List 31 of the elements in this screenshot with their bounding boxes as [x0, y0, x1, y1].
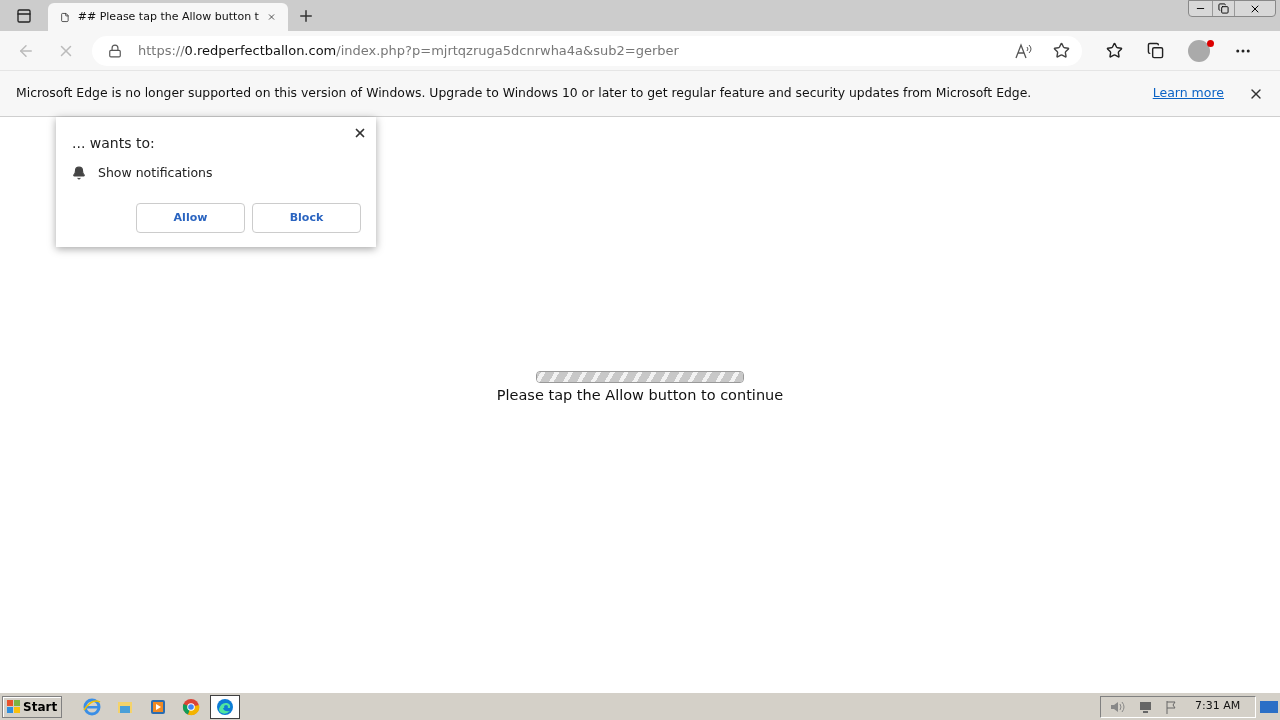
play-icon — [149, 697, 168, 716]
browser-tab[interactable]: ## Please tap the Allow button t — [48, 3, 288, 31]
collections-icon[interactable] — [1147, 42, 1164, 59]
network-icon[interactable] — [1137, 699, 1153, 714]
popup-title: ... wants to: — [72, 134, 156, 153]
taskbar-app[interactable] — [210, 694, 241, 719]
tab-actions-icon[interactable] — [16, 7, 32, 24]
desktop-icon[interactable] — [1260, 699, 1278, 714]
flag-icon[interactable] — [1165, 699, 1179, 714]
close-icon[interactable] — [353, 126, 367, 140]
bell-icon — [72, 166, 86, 181]
url-text: https://0.redperfectballon.com/index.php?p=mjrtqzruga5dcnrwha4a&sub2=gerber — [138, 41, 680, 60]
page-message: Please tap the Allow button to continue — [496, 386, 784, 405]
browser-e-icon — [83, 697, 102, 716]
clock: 7:31 AM — [1195, 698, 1241, 715]
address-field[interactable]: https://0.redperfectballon.com/index.php?p=mjrtqzruga5dcnrwha4a&sub2=gerber — [92, 35, 1082, 66]
add-favorite-icon[interactable] — [1053, 42, 1070, 59]
windows-logo-icon — [7, 699, 21, 714]
restore-icon[interactable] — [1218, 3, 1229, 14]
edge-icon — [216, 697, 235, 716]
permission-button[interactable]: Allow — [136, 202, 245, 233]
read-aloud-icon[interactable] — [1015, 42, 1033, 59]
lock-icon — [108, 43, 122, 58]
tab-title: ## Please tap the Allow button t — [77, 8, 259, 25]
favorites-icon[interactable] — [1106, 42, 1123, 59]
start-button[interactable]: Start — [2, 695, 63, 718]
permission-label: Show notifications — [98, 164, 213, 182]
info-message: Microsoft Edge is no longer supported on this version of Windows. Upgrade to Windows 10 or later to get regular feature and security updates from Microsoft Edge. — [16, 84, 1033, 103]
permission-button[interactable]: Block — [252, 202, 361, 233]
learn-more-link[interactable]: Learn more — [1152, 84, 1224, 103]
chrome-icon — [182, 697, 201, 716]
